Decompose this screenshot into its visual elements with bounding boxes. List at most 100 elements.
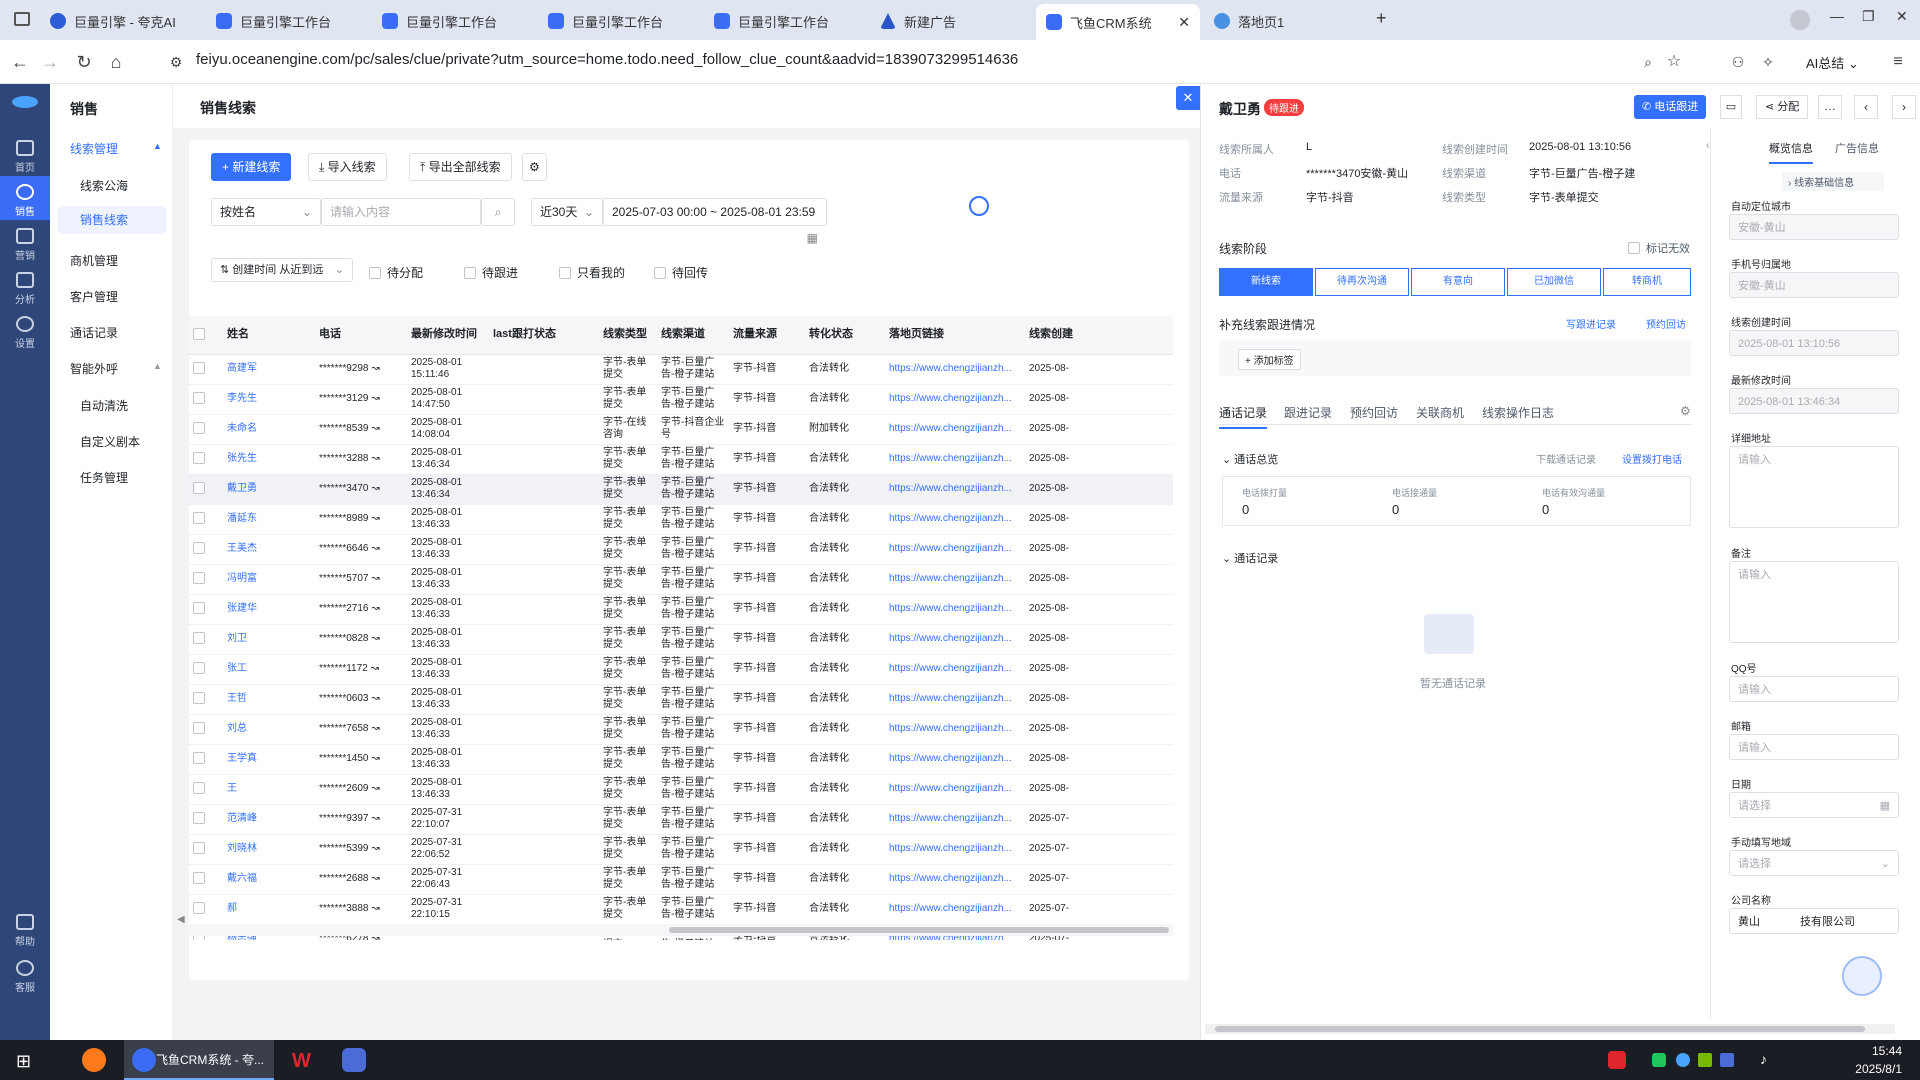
checkbox[interactable] <box>193 392 205 404</box>
landing-link[interactable]: https://www.chengzijianzh... <box>889 513 1012 524</box>
call-records-toggle[interactable]: ⌄ 通话记录 <box>1222 550 1278 566</box>
wechat-icon[interactable] <box>1652 1053 1666 1067</box>
cell-landing[interactable]: https://www.chengzijianzh... <box>885 594 1025 625</box>
call-icon[interactable]: ↝ <box>371 633 379 644</box>
call-icon[interactable]: ↝ <box>371 543 379 554</box>
prev-icon[interactable]: ‹ <box>1854 95 1878 119</box>
reserve-link[interactable]: 预约回访 <box>1646 316 1686 331</box>
cell-landing[interactable]: https://www.chengzijianzh... <box>885 894 1025 925</box>
cell-landing[interactable]: https://www.chengzijianzh... <box>885 774 1025 805</box>
clue-name-link[interactable]: 高建军 <box>227 363 257 374</box>
stage-4[interactable]: 转商机 <box>1603 268 1691 296</box>
row-checkbox[interactable] <box>189 474 223 505</box>
stage-2[interactable]: 有意向 <box>1411 268 1505 296</box>
table-row[interactable]: 李先生 *******3129 ↝ 2025-08-01 14:47:50 字节-表单提… <box>189 384 1173 415</box>
call-icon[interactable]: ↝ <box>371 603 379 614</box>
cell-name[interactable]: 戴六福 <box>223 864 315 895</box>
landing-link[interactable]: https://www.chengzijianzh... <box>889 543 1012 554</box>
call-icon[interactable]: ↝ <box>371 843 379 854</box>
wps-icon[interactable]: W <box>292 1050 311 1073</box>
clue-name-link[interactable]: 郝 <box>227 903 237 914</box>
row-checkbox[interactable] <box>189 744 223 775</box>
clue-name-link[interactable]: 李先生 <box>227 393 257 404</box>
search-field-select[interactable]: 按姓名 ⌄ <box>211 198 321 226</box>
cell-landing[interactable]: https://www.chengzijianzh... <box>885 714 1025 745</box>
row-checkbox[interactable] <box>189 534 223 565</box>
checkbox[interactable] <box>193 512 205 524</box>
scrollbar-thumb[interactable] <box>1215 1026 1865 1032</box>
settings-icon[interactable]: ⚙ <box>522 153 547 181</box>
field-input[interactable]: 请输入 <box>1729 734 1899 760</box>
checkbox[interactable] <box>369 267 381 279</box>
tab-5[interactable]: 新建广告 <box>870 6 966 36</box>
menu-auto-clean[interactable]: 自动清洗 <box>80 397 128 414</box>
row-checkbox[interactable] <box>189 564 223 595</box>
table-row[interactable]: 冯明富 *******5707 ↝ 2025-08-01 13:46:33 字节-表单提… <box>189 564 1173 595</box>
call-icon[interactable]: ↝ <box>371 753 379 764</box>
checkbox[interactable] <box>654 267 666 279</box>
call-icon[interactable]: ↝ <box>371 723 379 734</box>
cell-landing[interactable]: https://www.chengzijianzh... <box>885 624 1025 655</box>
cell-name[interactable]: 王哲 <box>223 684 315 715</box>
restore-icon[interactable]: ❐ <box>1862 8 1875 25</box>
nav-analysis[interactable]: 分析 <box>0 268 50 308</box>
call-icon[interactable]: ↝ <box>371 693 379 704</box>
shield-icon[interactable] <box>342 1048 366 1072</box>
tab-0[interactable]: 巨量引擎 - 夸克AI <box>40 6 186 36</box>
tab-3[interactable]: 巨量引擎工作台 <box>538 6 673 36</box>
landing-link[interactable]: https://www.chengzijianzh... <box>889 843 1012 854</box>
scrollbar-thumb[interactable] <box>669 927 1169 933</box>
row-checkbox[interactable] <box>189 774 223 805</box>
cell-name[interactable]: 未命名 <box>223 414 315 445</box>
date-range-picker[interactable]: 2025-07-03 00:00 ~ 2025-08-01 23:59 ▦ <box>603 198 827 245</box>
export-clue-button[interactable]: ⤒ 导出全部线索 <box>409 153 512 181</box>
back-icon[interactable]: ← <box>8 50 32 74</box>
tab-reserve[interactable]: 预约回访 <box>1350 404 1398 421</box>
collapse-icon[interactable]: ‹ <box>1706 140 1709 151</box>
tray-app-icon[interactable] <box>1608 1051 1626 1069</box>
row-checkbox[interactable] <box>189 444 223 475</box>
nvidia-icon[interactable] <box>1698 1053 1712 1067</box>
table-row[interactable]: 郝 *******3888 ↝ 2025-07-31 22:10:15 字节-表单提交字… <box>189 894 1173 925</box>
clue-name-link[interactable]: 王美杰 <box>227 543 257 554</box>
nav-sales[interactable]: 销售 <box>0 176 50 220</box>
cell-landing[interactable]: https://www.chengzijianzh... <box>885 384 1025 415</box>
menu-smart-call[interactable]: 智能外呼 <box>70 360 118 377</box>
close-icon[interactable]: ✕ <box>1178 14 1190 31</box>
tab-opportunity[interactable]: 关联商机 <box>1416 404 1464 421</box>
checkbox[interactable] <box>464 267 476 279</box>
clue-name-link[interactable]: 刘总 <box>227 723 247 734</box>
voice-assistant-icon[interactable] <box>1842 956 1882 996</box>
checkbox[interactable] <box>193 452 205 464</box>
cell-landing[interactable]: https://www.chengzijianzh... <box>885 654 1025 685</box>
cell-name[interactable]: 范清峰 <box>223 804 315 835</box>
nav-settings[interactable]: 设置 <box>0 312 50 352</box>
url-text[interactable]: feiyu.oceanengine.com/pc/sales/clue/priv… <box>196 51 1018 68</box>
field-input[interactable]: 请输入 <box>1729 676 1899 702</box>
cell-landing[interactable]: https://www.chengzijianzh... <box>885 834 1025 865</box>
checkbox[interactable] <box>193 662 205 674</box>
checkbox[interactable] <box>193 542 205 554</box>
search-input[interactable]: 请输入内容 <box>321 198 481 226</box>
home-icon[interactable]: ⌂ <box>104 50 128 74</box>
cell-landing[interactable]: https://www.chengzijianzh... <box>885 504 1025 535</box>
clue-name-link[interactable]: 王学真 <box>227 753 257 764</box>
cell-name[interactable]: 张先生 <box>223 444 315 475</box>
menu-custom-script[interactable]: 自定义剧本 <box>80 433 140 450</box>
menu-customer[interactable]: 客户管理 <box>70 288 118 305</box>
nav-service[interactable]: 客服 <box>0 956 50 996</box>
landing-link[interactable]: https://www.chengzijianzh... <box>889 903 1012 914</box>
clue-name-link[interactable]: 张建华 <box>227 603 257 614</box>
table-row[interactable]: 张建华 *******2716 ↝ 2025-08-01 13:46:33 字节-表单提… <box>189 594 1173 625</box>
new-clue-button[interactable]: + 新建线索 <box>211 153 292 181</box>
landing-link[interactable]: https://www.chengzijianzh... <box>889 393 1012 404</box>
assign-button[interactable]: ⋖ 分配 <box>1756 95 1809 119</box>
forward-icon[interactable]: → <box>38 50 62 74</box>
menu-call-records[interactable]: 通话记录 <box>70 324 118 341</box>
filter-mine[interactable]: 只看我的 <box>559 264 625 281</box>
menu-icon[interactable]: ≡ <box>1886 50 1910 74</box>
import-clue-button[interactable]: ⤓ 导入线索 <box>308 153 387 181</box>
stage-3[interactable]: 已加微信 <box>1507 268 1601 296</box>
header-checkbox[interactable] <box>189 316 223 355</box>
checkbox[interactable] <box>1628 242 1640 254</box>
